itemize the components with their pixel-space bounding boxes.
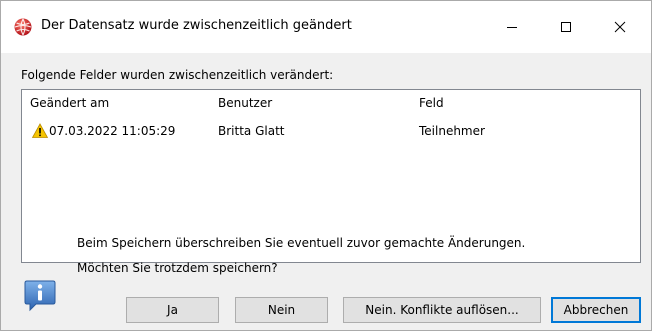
- title-bar: Der Datensatz wurde zwischenzeitlich geä…: [1, 1, 651, 53]
- column-header-user[interactable]: Benutzer: [218, 96, 272, 110]
- resolve-conflicts-button[interactable]: Nein. Konflikte auflösen...: [343, 297, 541, 323]
- dialog-window: Der Datensatz wurde zwischenzeitlich geä…: [0, 0, 652, 331]
- column-header-changed-at[interactable]: Geändert am: [30, 96, 109, 110]
- info-icon: [24, 280, 56, 312]
- message-line-1: Beim Speichern überschreiben Sie eventue…: [77, 236, 526, 250]
- minimize-icon: [507, 27, 517, 28]
- close-icon: [614, 21, 626, 33]
- dialog-content: Folgende Felder wurden zwischenzeitlich …: [1, 53, 651, 330]
- message-line-2: Möchten Sie trotzdem speichern?: [77, 261, 278, 275]
- cell-user: Britta Glatt: [218, 124, 285, 138]
- app-icon: [14, 18, 32, 36]
- cancel-button[interactable]: Abbrechen: [551, 297, 641, 323]
- close-button[interactable]: [597, 1, 643, 53]
- warning-icon: [32, 123, 48, 138]
- maximize-icon: [561, 22, 571, 32]
- cell-field: Teilnehmer: [419, 124, 485, 138]
- changed-fields-label: Folgende Felder wurden zwischenzeitlich …: [21, 68, 334, 82]
- minimize-button[interactable]: [489, 1, 535, 53]
- yes-button[interactable]: Ja: [126, 297, 219, 323]
- window-title: Der Datensatz wurde zwischenzeitlich geä…: [41, 18, 352, 33]
- maximize-button[interactable]: [543, 1, 589, 53]
- cell-changed-at: 07.03.2022 11:05:29: [49, 124, 176, 138]
- column-header-field[interactable]: Feld: [419, 96, 444, 110]
- no-button[interactable]: Nein: [235, 297, 328, 323]
